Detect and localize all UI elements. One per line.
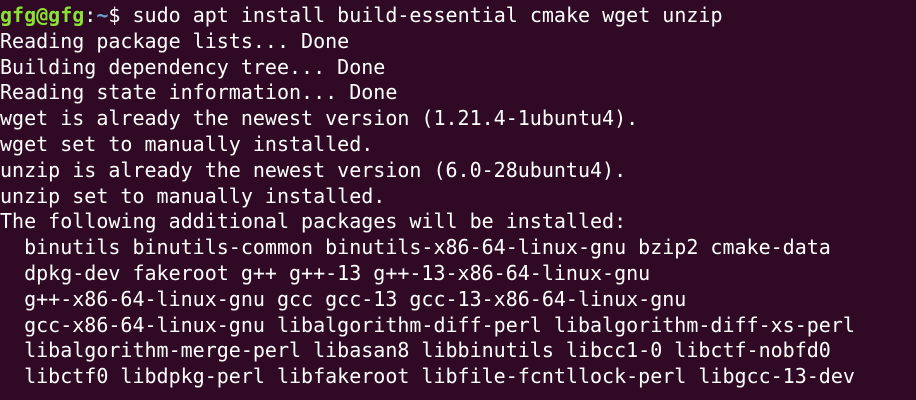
output-line: Building dependency tree... Done: [0, 54, 386, 79]
output-line: g++-x86-64-linux-gnu gcc gcc-13 gcc-13-x…: [0, 286, 687, 311]
output-line: unzip set to manually installed.: [0, 183, 386, 208]
prompt-separator: :: [84, 3, 97, 27]
command-line: gfg@gfg:~$ sudo apt install build-essent…: [0, 3, 855, 29]
output-line: libalgorithm-merge-perl libasan8 libbinu…: [0, 338, 831, 363]
prompt-path: ~: [96, 3, 109, 27]
output-line: wget set to manually installed.: [0, 131, 374, 156]
output-line: Reading package lists... Done: [0, 28, 350, 53]
output-line: The following additional packages will b…: [0, 209, 627, 234]
terminal-window[interactable]: gfg@gfg:~$ sudo apt install build-essent…: [0, 0, 916, 400]
command-text: sudo apt install build-essential cmake w…: [132, 3, 723, 27]
output-line: unzip is already the newest version (6.0…: [0, 157, 627, 182]
output-line: gcc-x86-64-linux-gnu libalgorithm-diff-p…: [0, 312, 855, 337]
prompt-user-host: gfg@gfg: [0, 3, 85, 27]
output-line: Reading state information... Done: [0, 80, 398, 105]
output-line: binutils binutils-common binutils-x86-64…: [0, 235, 831, 260]
output-line: wget is already the newest version (1.21…: [0, 106, 639, 131]
prompt-symbol: $: [108, 3, 133, 27]
output-line: libctf0 libdpkg-perl libfakeroot libfile…: [0, 364, 855, 389]
output-line: dpkg-dev fakeroot g++ g++-13 g++-13-x86-…: [0, 260, 651, 285]
terminal-output: gfg@gfg:~$ sudo apt install build-essent…: [0, 3, 855, 390]
